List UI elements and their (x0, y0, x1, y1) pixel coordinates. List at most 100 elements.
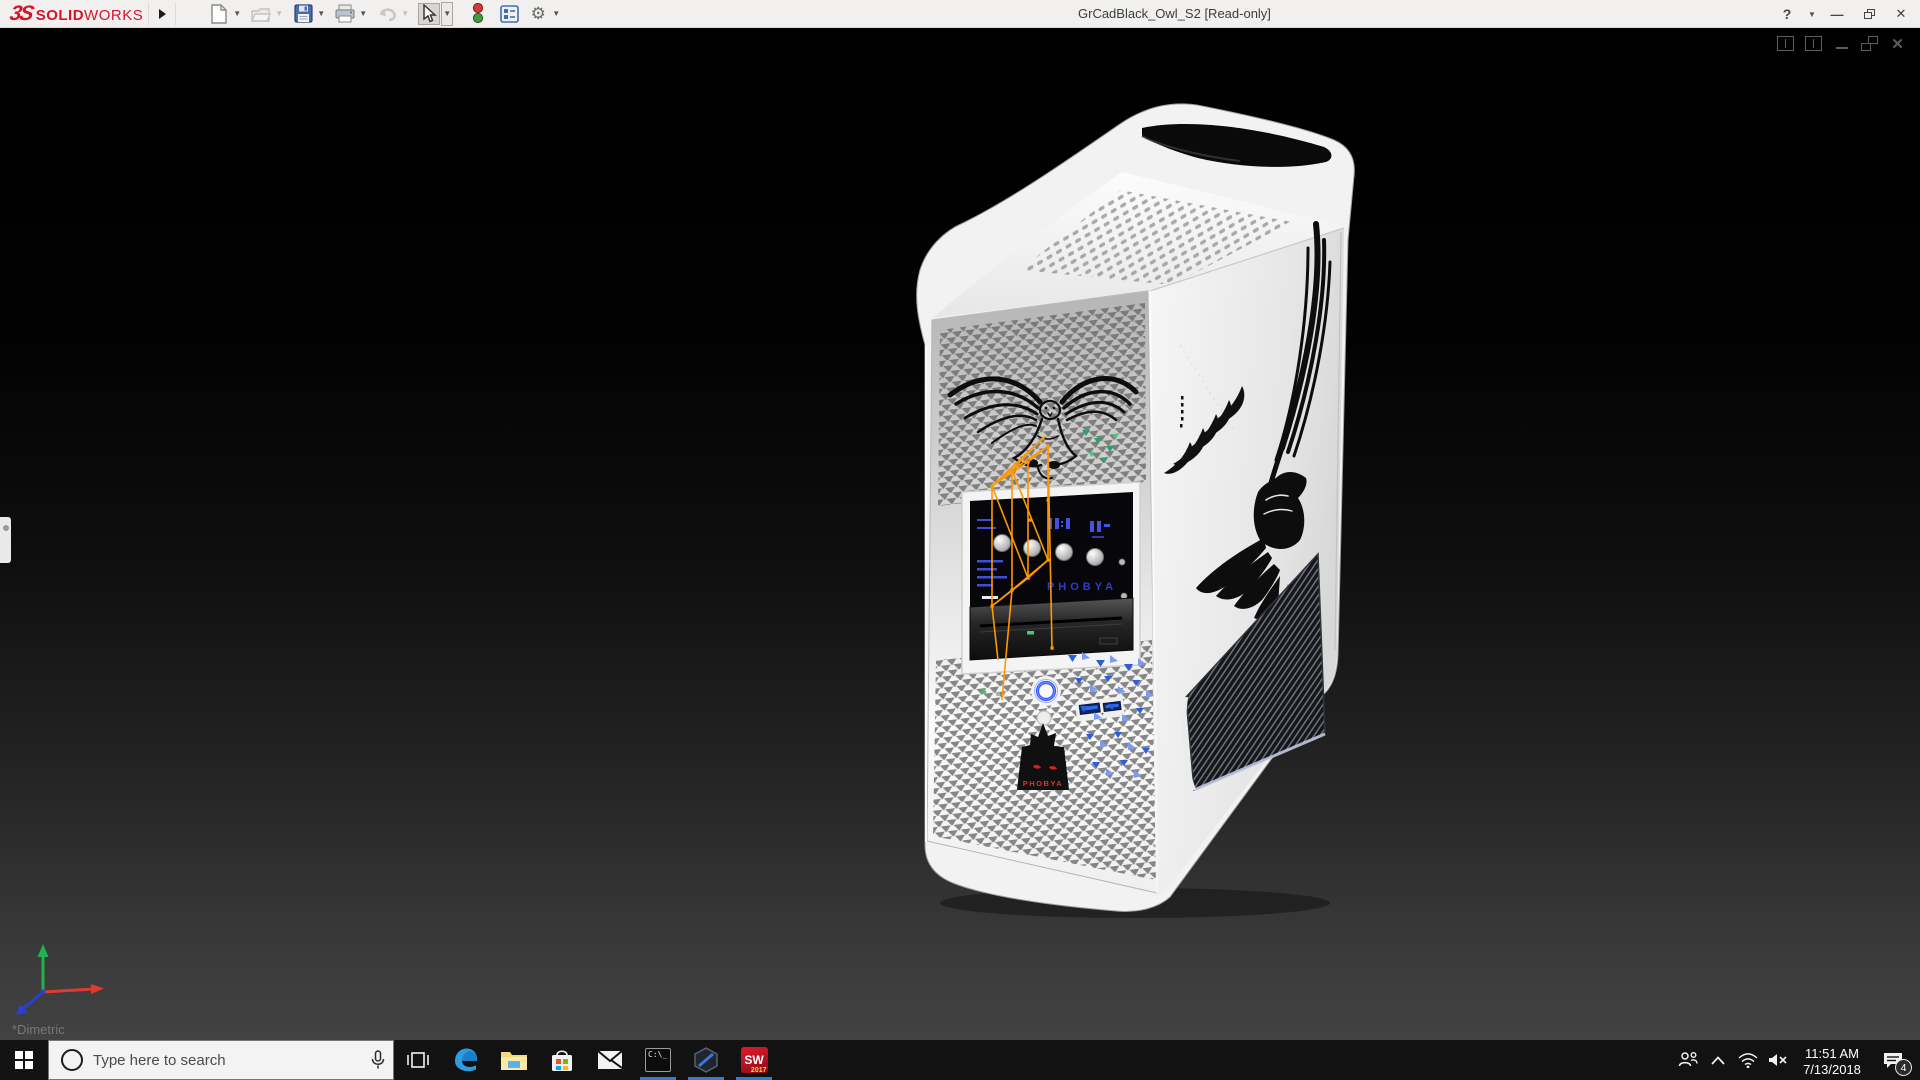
open-dropdown[interactable]: ▼ (273, 3, 285, 25)
mail-icon (596, 1049, 624, 1071)
close-button[interactable]: ✕ (1888, 3, 1914, 25)
command-prompt-icon: C:\_ (645, 1048, 671, 1072)
solidworks-logo: 3S SOLID WORKS (0, 2, 143, 26)
taskbar-app-store[interactable] (538, 1040, 586, 1080)
windows-taskbar: C:\_ SW 2017 (0, 1040, 1920, 1080)
save-icon (294, 4, 313, 23)
undo-button[interactable] (376, 3, 398, 25)
doc-close-button[interactable]: ✕ (1889, 36, 1906, 51)
people-icon (1677, 1051, 1699, 1069)
sw-icon-text: SW (744, 1053, 763, 1067)
undo-dropdown[interactable]: ▼ (399, 3, 411, 25)
wifi-icon (1738, 1052, 1758, 1068)
document-title: GrCadBlack_Owl_S2 [Read-only] (1078, 6, 1271, 21)
rebuild-button[interactable] (467, 3, 489, 25)
print-icon (335, 4, 355, 23)
separator (148, 3, 149, 25)
graphics-viewport[interactable]: PHOBYA (0, 28, 1920, 1040)
doc-restore-button[interactable] (1861, 36, 1878, 51)
taskbar-search[interactable] (48, 1040, 394, 1080)
show-pane-right-button[interactable] (1805, 36, 1822, 51)
save-button[interactable] (292, 3, 314, 25)
new-document-dropdown[interactable]: ▼ (231, 3, 243, 25)
taskbar-clock[interactable]: 11:51 AM 7/13/2018 (1793, 1042, 1871, 1078)
taskbar-app-mail[interactable] (586, 1040, 634, 1080)
edge-icon (452, 1046, 480, 1074)
feature-manager-collapsed-tab[interactable] (0, 517, 11, 563)
clock-date: 7/13/2018 (1793, 1062, 1871, 1078)
3d-scene[interactable]: PHOBYA (0, 28, 1920, 1040)
drive-led (1027, 631, 1034, 635)
taskbar-app-edge[interactable] (442, 1040, 490, 1080)
task-view-icon (407, 1050, 429, 1070)
right-triangle-icon (159, 9, 166, 19)
file-explorer-icon (500, 1048, 528, 1072)
show-pane-left-button[interactable] (1777, 36, 1794, 51)
cortana-icon (61, 1049, 83, 1071)
eject-button[interactable] (1100, 638, 1117, 644)
status-led (982, 690, 986, 694)
settings-dropdown[interactable]: ▼ (550, 3, 562, 25)
select-cursor-icon (421, 4, 437, 23)
restore-icon (1864, 9, 1875, 19)
hidden-icons-button[interactable] (1703, 1040, 1733, 1080)
select-tool-dropdown[interactable]: ▼ (441, 2, 453, 26)
document-window-controls: ✕ (1777, 36, 1906, 51)
status-led (996, 692, 1000, 696)
doc-minimize-button[interactable] (1833, 36, 1850, 51)
start-button[interactable] (0, 1040, 48, 1080)
taskbar-app-file-explorer[interactable] (490, 1040, 538, 1080)
taskbar-app-command-prompt[interactable]: C:\_ (634, 1040, 682, 1080)
brand-text-bold: SOLID (36, 7, 84, 24)
select-tool-button[interactable] (418, 3, 440, 25)
help-button[interactable]: ? (1774, 3, 1800, 25)
titlebar: 3S SOLID WORKS ▼ ▼ ▼ ▼ ▼ (0, 0, 1920, 28)
windows-logo-icon (15, 1051, 33, 1069)
undo-icon (377, 5, 397, 23)
new-document-icon (210, 4, 228, 24)
people-button[interactable] (1673, 1040, 1703, 1080)
search-input[interactable] (93, 1052, 363, 1069)
pc-case-model[interactable]: PHOBYA (917, 104, 1355, 912)
microphone-icon[interactable] (363, 1050, 393, 1070)
clock-time: 11:51 AM (1793, 1046, 1871, 1062)
taskbar-app-3d-viewer[interactable] (682, 1040, 730, 1080)
gear-icon: ⚙ (531, 4, 546, 24)
help-dropdown[interactable]: ▼ (1806, 3, 1818, 25)
network-button[interactable] (1733, 1040, 1763, 1080)
solidworks-window: 3S SOLID WORKS ▼ ▼ ▼ ▼ ▼ (0, 0, 1920, 1080)
y-axis-arrow (38, 944, 49, 957)
cmd-icon-text: C:\_ (648, 1050, 667, 1059)
taskbar-app-solidworks-2017[interactable]: SW 2017 (730, 1040, 778, 1080)
orientation-triad[interactable] (16, 944, 104, 1015)
solidworks-logo-mark: 3S (7, 2, 34, 26)
window-controls: ? ▼ — ✕ (1774, 0, 1914, 28)
restore-button[interactable] (1856, 3, 1882, 25)
chevron-up-icon (1711, 1056, 1725, 1065)
new-document-button[interactable] (208, 3, 230, 25)
brand-text-light: WORKS (84, 7, 143, 24)
action-center-button[interactable]: 4 (1871, 1040, 1915, 1080)
sw-icon-year: 2017 (751, 1067, 767, 1074)
save-dropdown[interactable]: ▼ (315, 3, 327, 25)
3d-viewer-icon (692, 1046, 720, 1074)
options-list-button[interactable] (498, 3, 520, 25)
phobya-badge-text: PHOBYA (1023, 779, 1063, 788)
print-dropdown[interactable]: ▼ (357, 3, 369, 25)
toolbar-flyout-arrow[interactable] (154, 3, 170, 25)
task-view-button[interactable] (394, 1040, 442, 1080)
controller-white-mark (982, 596, 998, 599)
print-button[interactable] (334, 3, 356, 25)
speaker-muted-icon (1768, 1052, 1788, 1068)
open-button[interactable] (250, 3, 272, 25)
tab-grip-dot (3, 525, 9, 531)
traffic-light-icon (472, 3, 484, 24)
volume-button[interactable] (1763, 1040, 1793, 1080)
minimize-button[interactable]: — (1824, 3, 1850, 25)
reset-button[interactable] (1037, 711, 1051, 725)
store-icon (549, 1047, 575, 1073)
controller-brand-text: PHOBYA (1047, 581, 1117, 593)
system-tray: 11:51 AM 7/13/2018 4 (1673, 1040, 1920, 1080)
settings-button[interactable]: ⚙ (527, 3, 549, 25)
separator (175, 3, 176, 25)
